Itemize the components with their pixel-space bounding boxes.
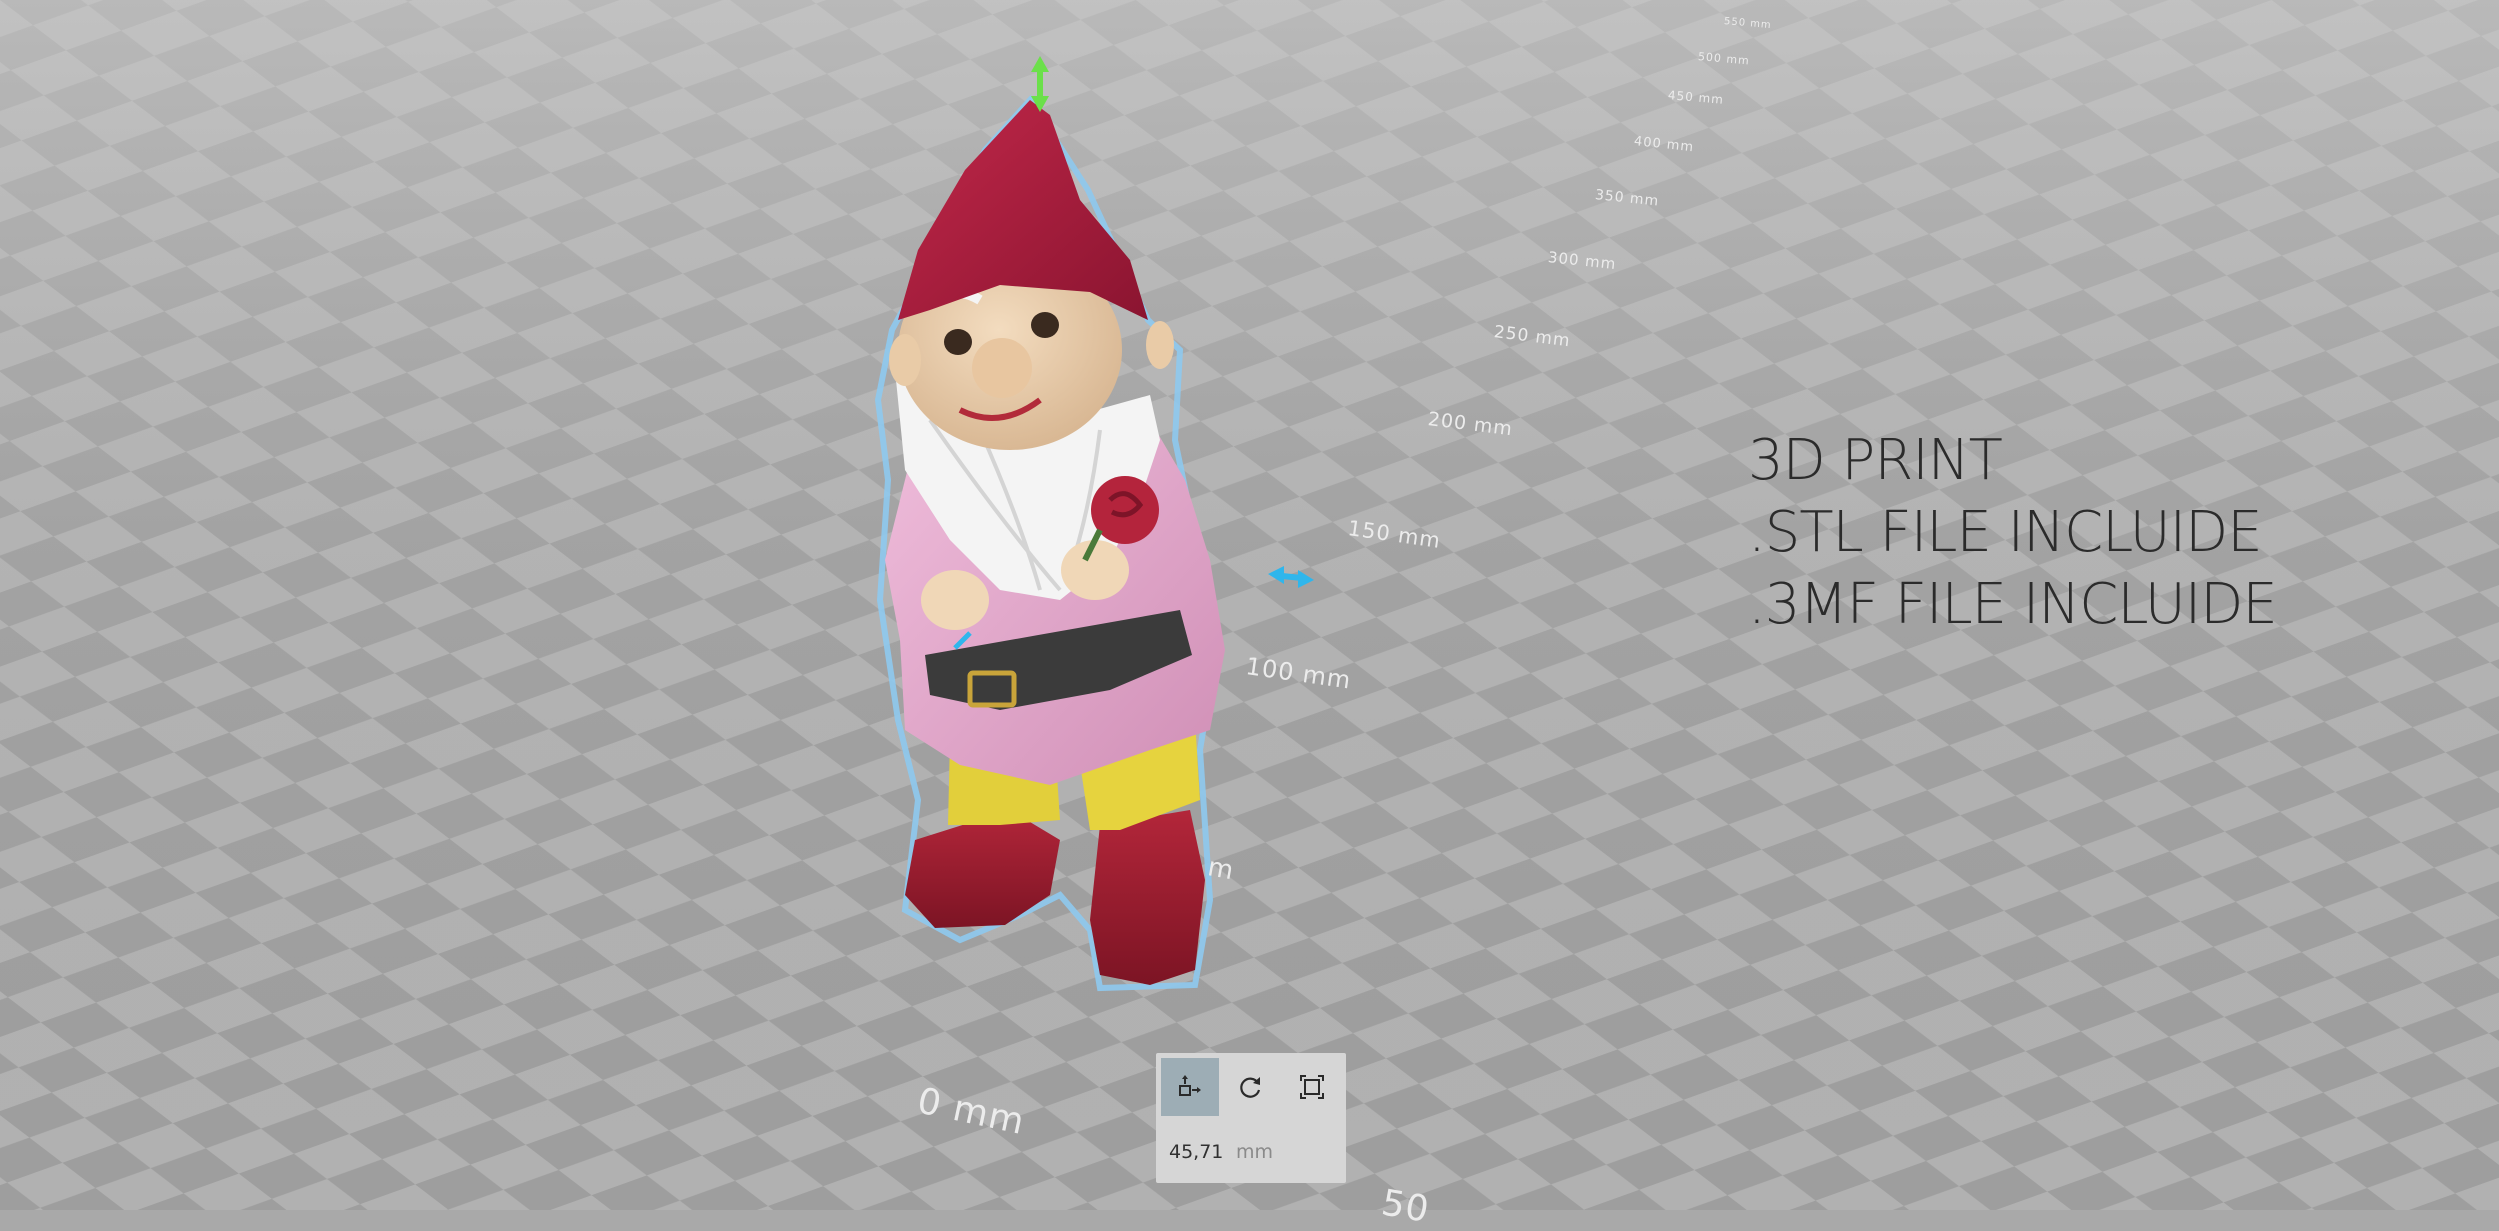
rotate-tool-button[interactable] (1222, 1058, 1280, 1116)
promo-line-1: 3D PRINT (1748, 428, 2003, 493)
scale-tool-button[interactable] (1283, 1058, 1341, 1116)
scale-icon (1300, 1075, 1324, 1099)
move-icon (1179, 1075, 1201, 1096)
promo-line-2: .STL FILE INCLUIDE (1748, 500, 2263, 565)
transform-toolbar: 45,71 mm (1156, 1053, 1346, 1183)
ruler-label-50: 50 (1378, 1182, 1433, 1231)
promo-text: 3D PRINT .STL FILE INCLUIDE .3MF FILE IN… (1748, 425, 2278, 641)
move-tool-button[interactable] (1161, 1058, 1219, 1116)
ruler-label-partial: m (1205, 852, 1237, 887)
size-unit-label: mm (1236, 1141, 1274, 1163)
size-value-field[interactable]: 45,71 (1169, 1141, 1223, 1163)
promo-line-3: .3MF FILE INCLUIDE (1748, 572, 2278, 637)
rotate-icon (1240, 1077, 1261, 1098)
